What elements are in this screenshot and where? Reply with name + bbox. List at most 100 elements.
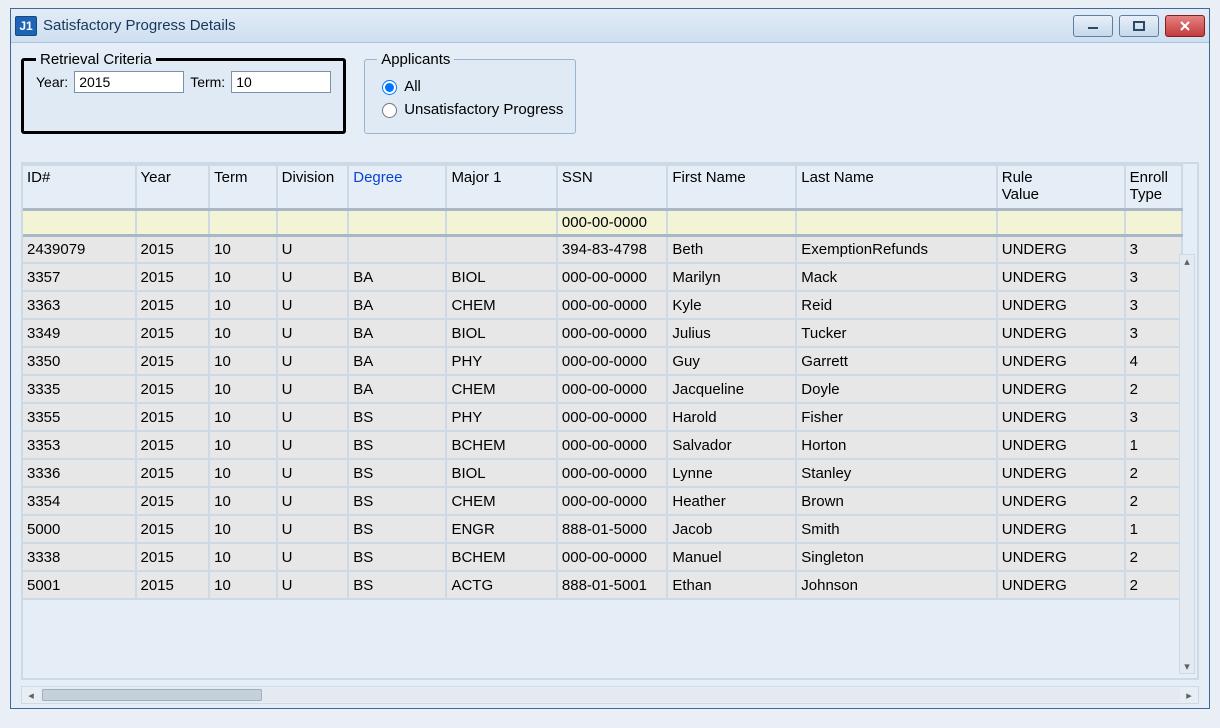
cell-rule[interactable]: UNDERG (997, 543, 1125, 571)
cell-term[interactable]: 10 (209, 291, 277, 319)
cell-year[interactable]: 2015 (136, 431, 210, 459)
cell-division[interactable]: U (277, 403, 349, 431)
cell-degree[interactable]: BS (348, 459, 446, 487)
cell-last[interactable]: Reid (796, 291, 996, 319)
cell-rule[interactable]: UNDERG (997, 263, 1125, 291)
cell-rule[interactable]: UNDERG (997, 375, 1125, 403)
cell-id[interactable]: 2439079 (23, 235, 136, 263)
cell-rule[interactable]: UNDERG (997, 571, 1125, 599)
cell-term[interactable]: 10 (209, 571, 277, 599)
cell-first[interactable]: Lynne (667, 459, 796, 487)
scroll-up-icon[interactable]: ▴ (1184, 255, 1190, 268)
cell-ssn[interactable]: 000-00-0000 (557, 459, 667, 487)
cell-first[interactable]: Guy (667, 347, 796, 375)
cell-enroll[interactable]: 2 (1125, 487, 1182, 515)
cell-degree[interactable]: BA (348, 291, 446, 319)
column-header-id[interactable]: ID# (23, 165, 136, 209)
cell-major1[interactable]: BIOL (446, 263, 556, 291)
cell-division[interactable]: U (277, 515, 349, 543)
cell-last[interactable]: Horton (796, 431, 996, 459)
cell-term[interactable]: 10 (209, 459, 277, 487)
cell-term[interactable]: 10 (209, 543, 277, 571)
cell-id[interactable]: 3336 (23, 459, 136, 487)
cell-first[interactable]: Manuel (667, 543, 796, 571)
cell-major1[interactable] (446, 235, 556, 263)
cell-last[interactable]: Smith (796, 515, 996, 543)
cell-year[interactable]: 2015 (136, 375, 210, 403)
minimize-button[interactable] (1073, 15, 1113, 37)
cell-last[interactable]: Stanley (796, 459, 996, 487)
term-input[interactable] (231, 71, 331, 93)
cell-last[interactable]: Garrett (796, 347, 996, 375)
cell-last[interactable]: Johnson (796, 571, 996, 599)
cell-degree[interactable]: BS (348, 403, 446, 431)
cell-year[interactable]: 2015 (136, 403, 210, 431)
cell-ssn[interactable]: 888-01-5001 (557, 571, 667, 599)
cell-major1[interactable]: BIOL (446, 319, 556, 347)
cell-first[interactable]: Marilyn (667, 263, 796, 291)
cell-year[interactable]: 2015 (136, 543, 210, 571)
cell-ssn[interactable]: 000-00-0000 (557, 291, 667, 319)
cell-degree[interactable]: BS (348, 431, 446, 459)
cell-last[interactable]: Fisher (796, 403, 996, 431)
table-row[interactable]: 3338201510UBSBCHEM000-00-0000ManuelSingl… (23, 543, 1182, 571)
cell-degree[interactable]: BS (348, 515, 446, 543)
cell-last[interactable]: Mack (796, 263, 996, 291)
titlebar[interactable]: J1 Satisfactory Progress Details (11, 9, 1209, 43)
maximize-button[interactable] (1119, 15, 1159, 37)
cell-division[interactable]: U (277, 431, 349, 459)
cell-major1[interactable]: ACTG (446, 571, 556, 599)
cell-division[interactable]: U (277, 319, 349, 347)
data-grid[interactable]: ID#YearTermDivisionDegreeMajor 1SSNFirst… (21, 162, 1199, 680)
cell-division[interactable]: U (277, 459, 349, 487)
cell-major1[interactable]: ENGR (446, 515, 556, 543)
cell-year[interactable]: 2015 (136, 235, 210, 263)
cell-term[interactable]: 10 (209, 515, 277, 543)
cell-ssn[interactable]: 000-00-0000 (557, 543, 667, 571)
cell-year[interactable]: 2015 (136, 571, 210, 599)
cell-ssn[interactable]: 000-00-0000 (557, 431, 667, 459)
column-header-major1[interactable]: Major 1 (446, 165, 556, 209)
column-header-ssn[interactable]: SSN (557, 165, 667, 209)
cell-division[interactable]: U (277, 543, 349, 571)
column-header-degree[interactable]: Degree (348, 165, 446, 209)
cell-major1[interactable]: BCHEM (446, 431, 556, 459)
column-header-first[interactable]: First Name (667, 165, 796, 209)
cell-id[interactable]: 3349 (23, 319, 136, 347)
cell-ssn[interactable]: 000-00-0000 (557, 347, 667, 375)
column-header-enroll[interactable]: EnrollType (1125, 165, 1182, 209)
cell-enroll[interactable]: 3 (1125, 291, 1182, 319)
cell-last[interactable]: Tucker (796, 319, 996, 347)
cell-year[interactable] (136, 209, 210, 235)
cell-degree[interactable]: BS (348, 487, 446, 515)
cell-year[interactable]: 2015 (136, 347, 210, 375)
cell-division[interactable]: U (277, 291, 349, 319)
cell-degree[interactable] (348, 209, 446, 235)
cell-rule[interactable]: UNDERG (997, 291, 1125, 319)
cell-enroll[interactable]: 1 (1125, 515, 1182, 543)
cell-first[interactable]: Salvador (667, 431, 796, 459)
cell-enroll[interactable]: 4 (1125, 347, 1182, 375)
cell-enroll[interactable]: 2 (1125, 543, 1182, 571)
cell-ssn[interactable]: 888-01-5000 (557, 515, 667, 543)
hscroll-track[interactable] (40, 688, 1180, 702)
filter-row[interactable]: 000-00-0000 (23, 209, 1182, 235)
cell-division[interactable]: U (277, 263, 349, 291)
table-row[interactable]: 3349201510UBABIOL000-00-0000JuliusTucker… (23, 319, 1182, 347)
cell-first[interactable]: Jacob (667, 515, 796, 543)
column-header-last[interactable]: Last Name (796, 165, 996, 209)
cell-term[interactable]: 10 (209, 403, 277, 431)
horizontal-scrollbar[interactable]: ◂ ▸ (21, 686, 1199, 704)
cell-first[interactable]: Heather (667, 487, 796, 515)
cell-rule[interactable]: UNDERG (997, 459, 1125, 487)
cell-division[interactable] (277, 209, 349, 235)
cell-enroll[interactable]: 2 (1125, 375, 1182, 403)
cell-term[interactable]: 10 (209, 263, 277, 291)
cell-term[interactable]: 10 (209, 319, 277, 347)
cell-first[interactable]: Harold (667, 403, 796, 431)
cell-rule[interactable]: UNDERG (997, 487, 1125, 515)
cell-last[interactable] (796, 209, 996, 235)
cell-enroll[interactable] (1125, 209, 1182, 235)
cell-first[interactable]: Beth (667, 235, 796, 263)
column-header-year[interactable]: Year (136, 165, 210, 209)
